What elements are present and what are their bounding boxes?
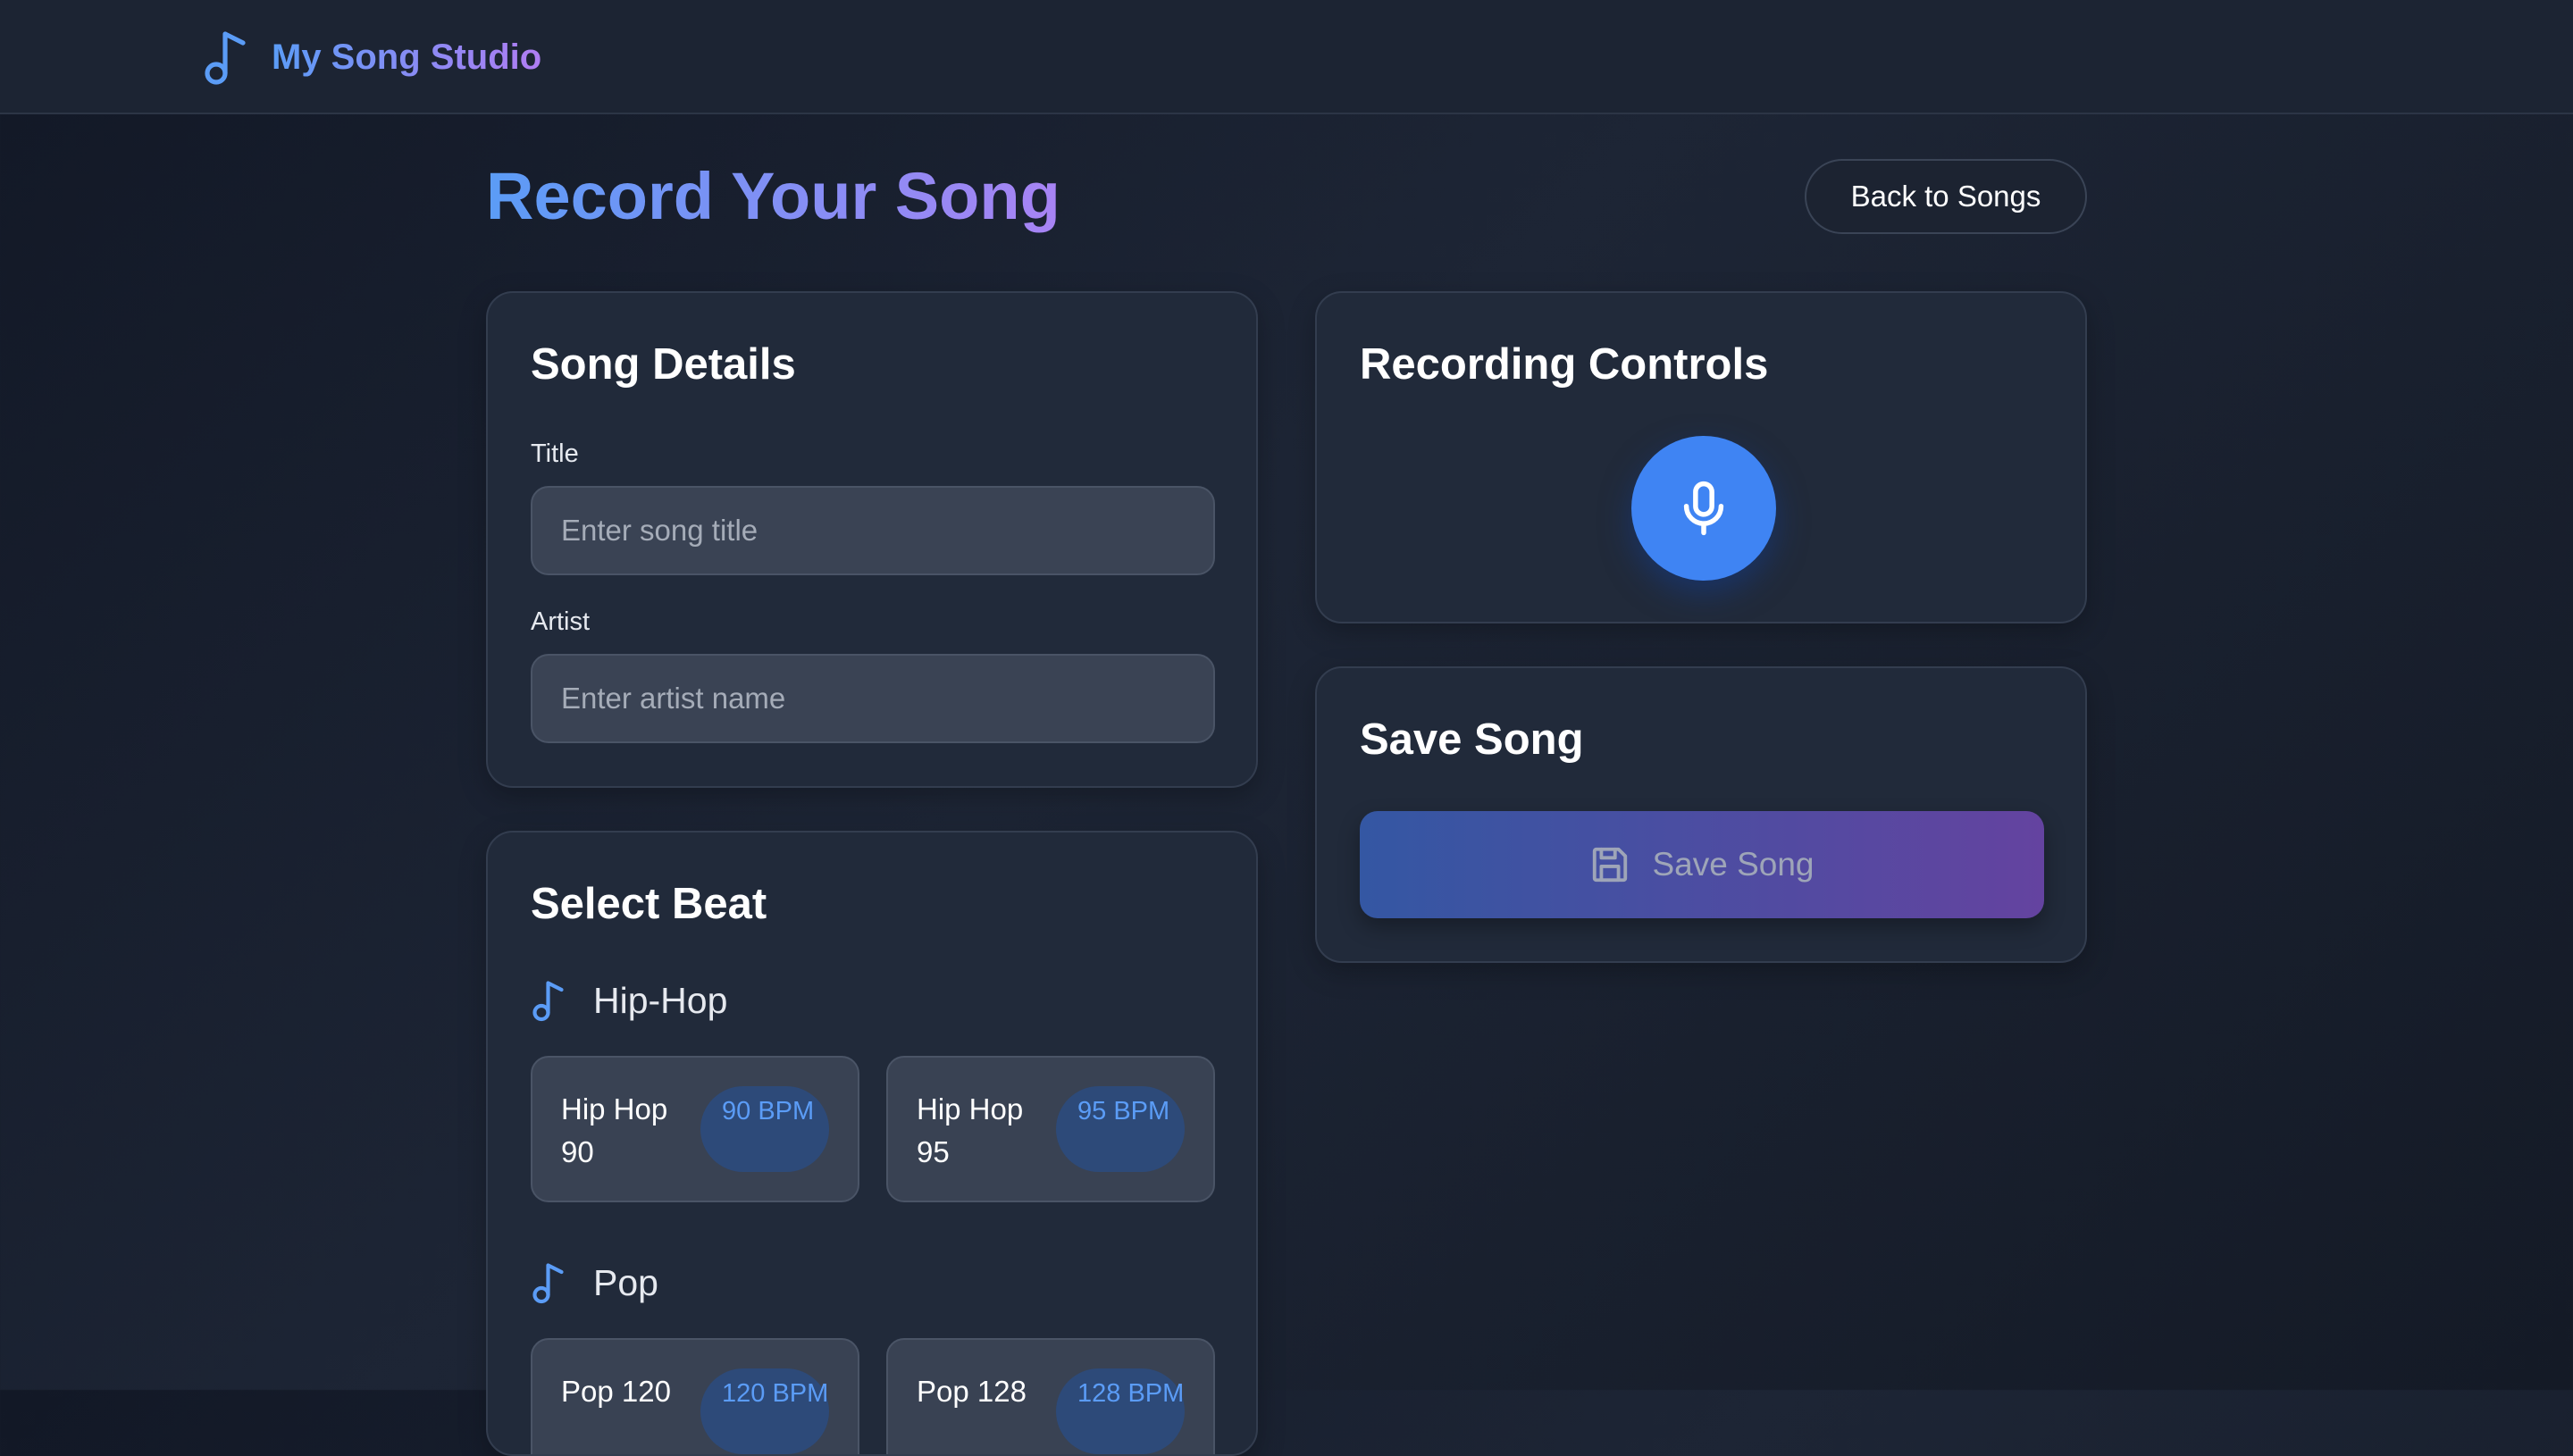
- floppy-disk-icon: [1589, 844, 1652, 885]
- select-beat-card: Select Beat Hip-Hop Hip Hop 90 90 BPM Hi…: [486, 831, 1258, 1456]
- page-title: Record Your Song: [486, 154, 1060, 239]
- genre-pop: Pop: [531, 1256, 658, 1310]
- recording-controls-heading: Recording Controls: [1360, 340, 1769, 389]
- beat-name: Pop 128: [917, 1375, 1027, 1408]
- beat-option-pop-128[interactable]: Pop 128 128 BPM: [886, 1338, 1215, 1454]
- music-note-icon: [531, 978, 568, 1023]
- save-song-heading: Save Song: [1360, 715, 1584, 764]
- beat-name: Pop 120: [561, 1375, 671, 1408]
- beat-name: Hip Hop 90: [561, 1092, 668, 1168]
- save-song-card: Save Song Save Song: [1315, 666, 2087, 963]
- genre-hip-hop: Hip-Hop: [531, 974, 727, 1027]
- save-song-button[interactable]: Save Song: [1360, 811, 2044, 918]
- bpm-badge: 128 BPM: [1056, 1368, 1185, 1454]
- song-details-heading: Song Details: [531, 340, 796, 389]
- app-name: My Song Studio: [272, 37, 542, 77]
- song-details-card: Song Details Title Artist: [486, 291, 1258, 788]
- beat-option-hip-hop-90[interactable]: Hip Hop 90 90 BPM: [531, 1056, 859, 1202]
- artist-name-input[interactable]: [531, 654, 1215, 743]
- artist-label: Artist: [531, 607, 591, 636]
- brand-logo-link[interactable]: My Song Studio: [202, 27, 541, 88]
- beat-option-pop-120[interactable]: Pop 120 120 BPM: [531, 1338, 859, 1454]
- beat-name: Hip Hop 95: [917, 1092, 1024, 1168]
- music-note-icon: [531, 1260, 568, 1305]
- save-song-button-label: Save Song: [1652, 846, 1815, 883]
- title-label: Title: [531, 439, 579, 468]
- recording-controls-card: Recording Controls: [1315, 291, 2087, 623]
- genre-name: Pop: [593, 1261, 658, 1303]
- bpm-badge: 95 BPM: [1056, 1086, 1185, 1172]
- beat-option-hip-hop-95[interactable]: Hip Hop 95 95 BPM: [886, 1056, 1215, 1202]
- record-button[interactable]: [1631, 436, 1776, 581]
- select-beat-heading: Select Beat: [531, 880, 767, 928]
- genre-name: Hip-Hop: [593, 979, 728, 1021]
- song-title-input[interactable]: [531, 486, 1215, 575]
- bpm-badge: 120 BPM: [700, 1368, 829, 1454]
- music-note-icon: [202, 29, 252, 86]
- microphone-icon: [1679, 480, 1729, 537]
- back-to-songs-button[interactable]: Back to Songs: [1805, 159, 2087, 234]
- top-navigation-bar: My Song Studio: [0, 0, 2573, 114]
- bpm-badge: 90 BPM: [700, 1086, 829, 1172]
